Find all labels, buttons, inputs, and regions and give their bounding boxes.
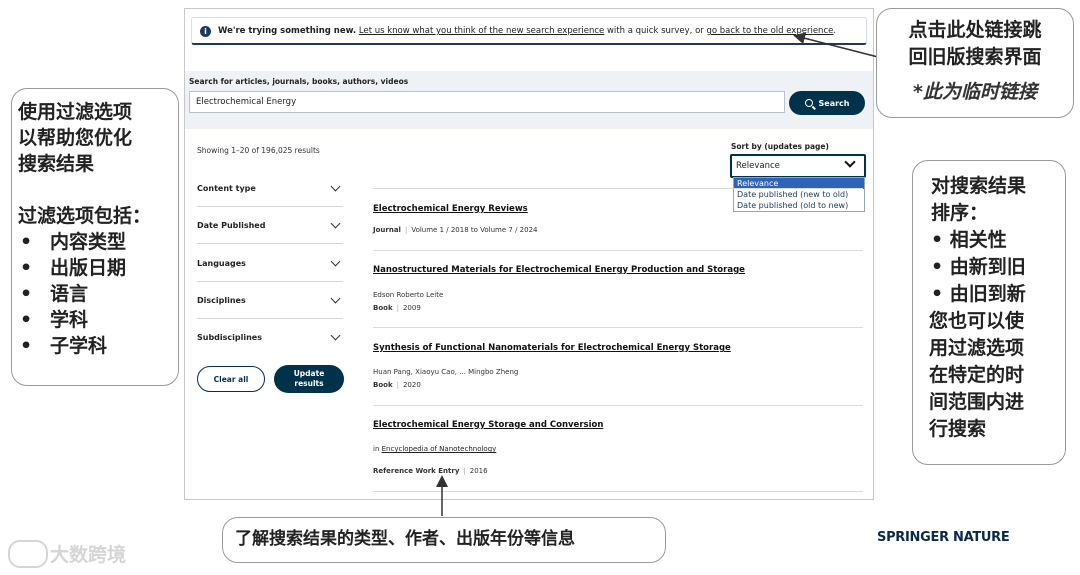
sort-callout: 对搜索结果 排序： • 相关性 • 由新到旧 • 由旧到新 您也可以使 用过滤选… xyxy=(912,160,1066,465)
old-experience-callout: 点击此处链接跳 回旧版搜索界面 *此为临时链接 xyxy=(876,8,1074,118)
callout-line: 您也可以使 xyxy=(929,310,1025,332)
callout-line: 以帮助您优化 xyxy=(18,127,133,149)
callout-item: 出版日期 xyxy=(50,257,127,279)
callout-line: 在特定的时 xyxy=(929,364,1025,386)
callout-item: 语言 xyxy=(50,283,89,305)
callout-item: 内容类型 xyxy=(50,231,127,253)
callout-item: 学科 xyxy=(50,309,89,331)
callout-line: 回旧版搜索界面 xyxy=(908,46,1042,68)
callout-line: 点击此处链接跳 xyxy=(908,19,1042,41)
callout-line: 搜索结果 xyxy=(18,153,95,175)
filter-callout: 使用过滤选项 以帮助您优化 搜索结果 过滤选项包括： • 内容类型 • 出版日期 •… xyxy=(11,88,179,386)
callout-note: *此为临时链接 xyxy=(913,81,1037,103)
result-info-callout: 了解搜索结果的类型、作者、出版年份等信息 xyxy=(222,517,666,563)
callout-line: 对搜索结果 xyxy=(931,175,1027,197)
arrow-to-old-link xyxy=(793,32,879,58)
callout-line: 排序： xyxy=(931,202,989,224)
callout-item: 相关性 xyxy=(949,229,1007,251)
callout-item: 子学科 xyxy=(50,335,108,357)
callout-line: 使用过滤选项 xyxy=(18,101,133,123)
callout-item: 由旧到新 xyxy=(949,283,1026,305)
callout-item: 由新到旧 xyxy=(949,256,1026,278)
watermark-icon xyxy=(8,540,48,568)
callout-line: 行搜索 xyxy=(929,418,987,440)
springer-nature-logo: SPRINGER NATURE xyxy=(877,530,1010,545)
watermark: 大数跨境 xyxy=(50,544,127,566)
callout-line: 间范围内进 xyxy=(929,391,1025,413)
callout-line: 过滤选项包括： xyxy=(18,205,152,227)
callout-line: 用过滤选项 xyxy=(929,337,1025,359)
